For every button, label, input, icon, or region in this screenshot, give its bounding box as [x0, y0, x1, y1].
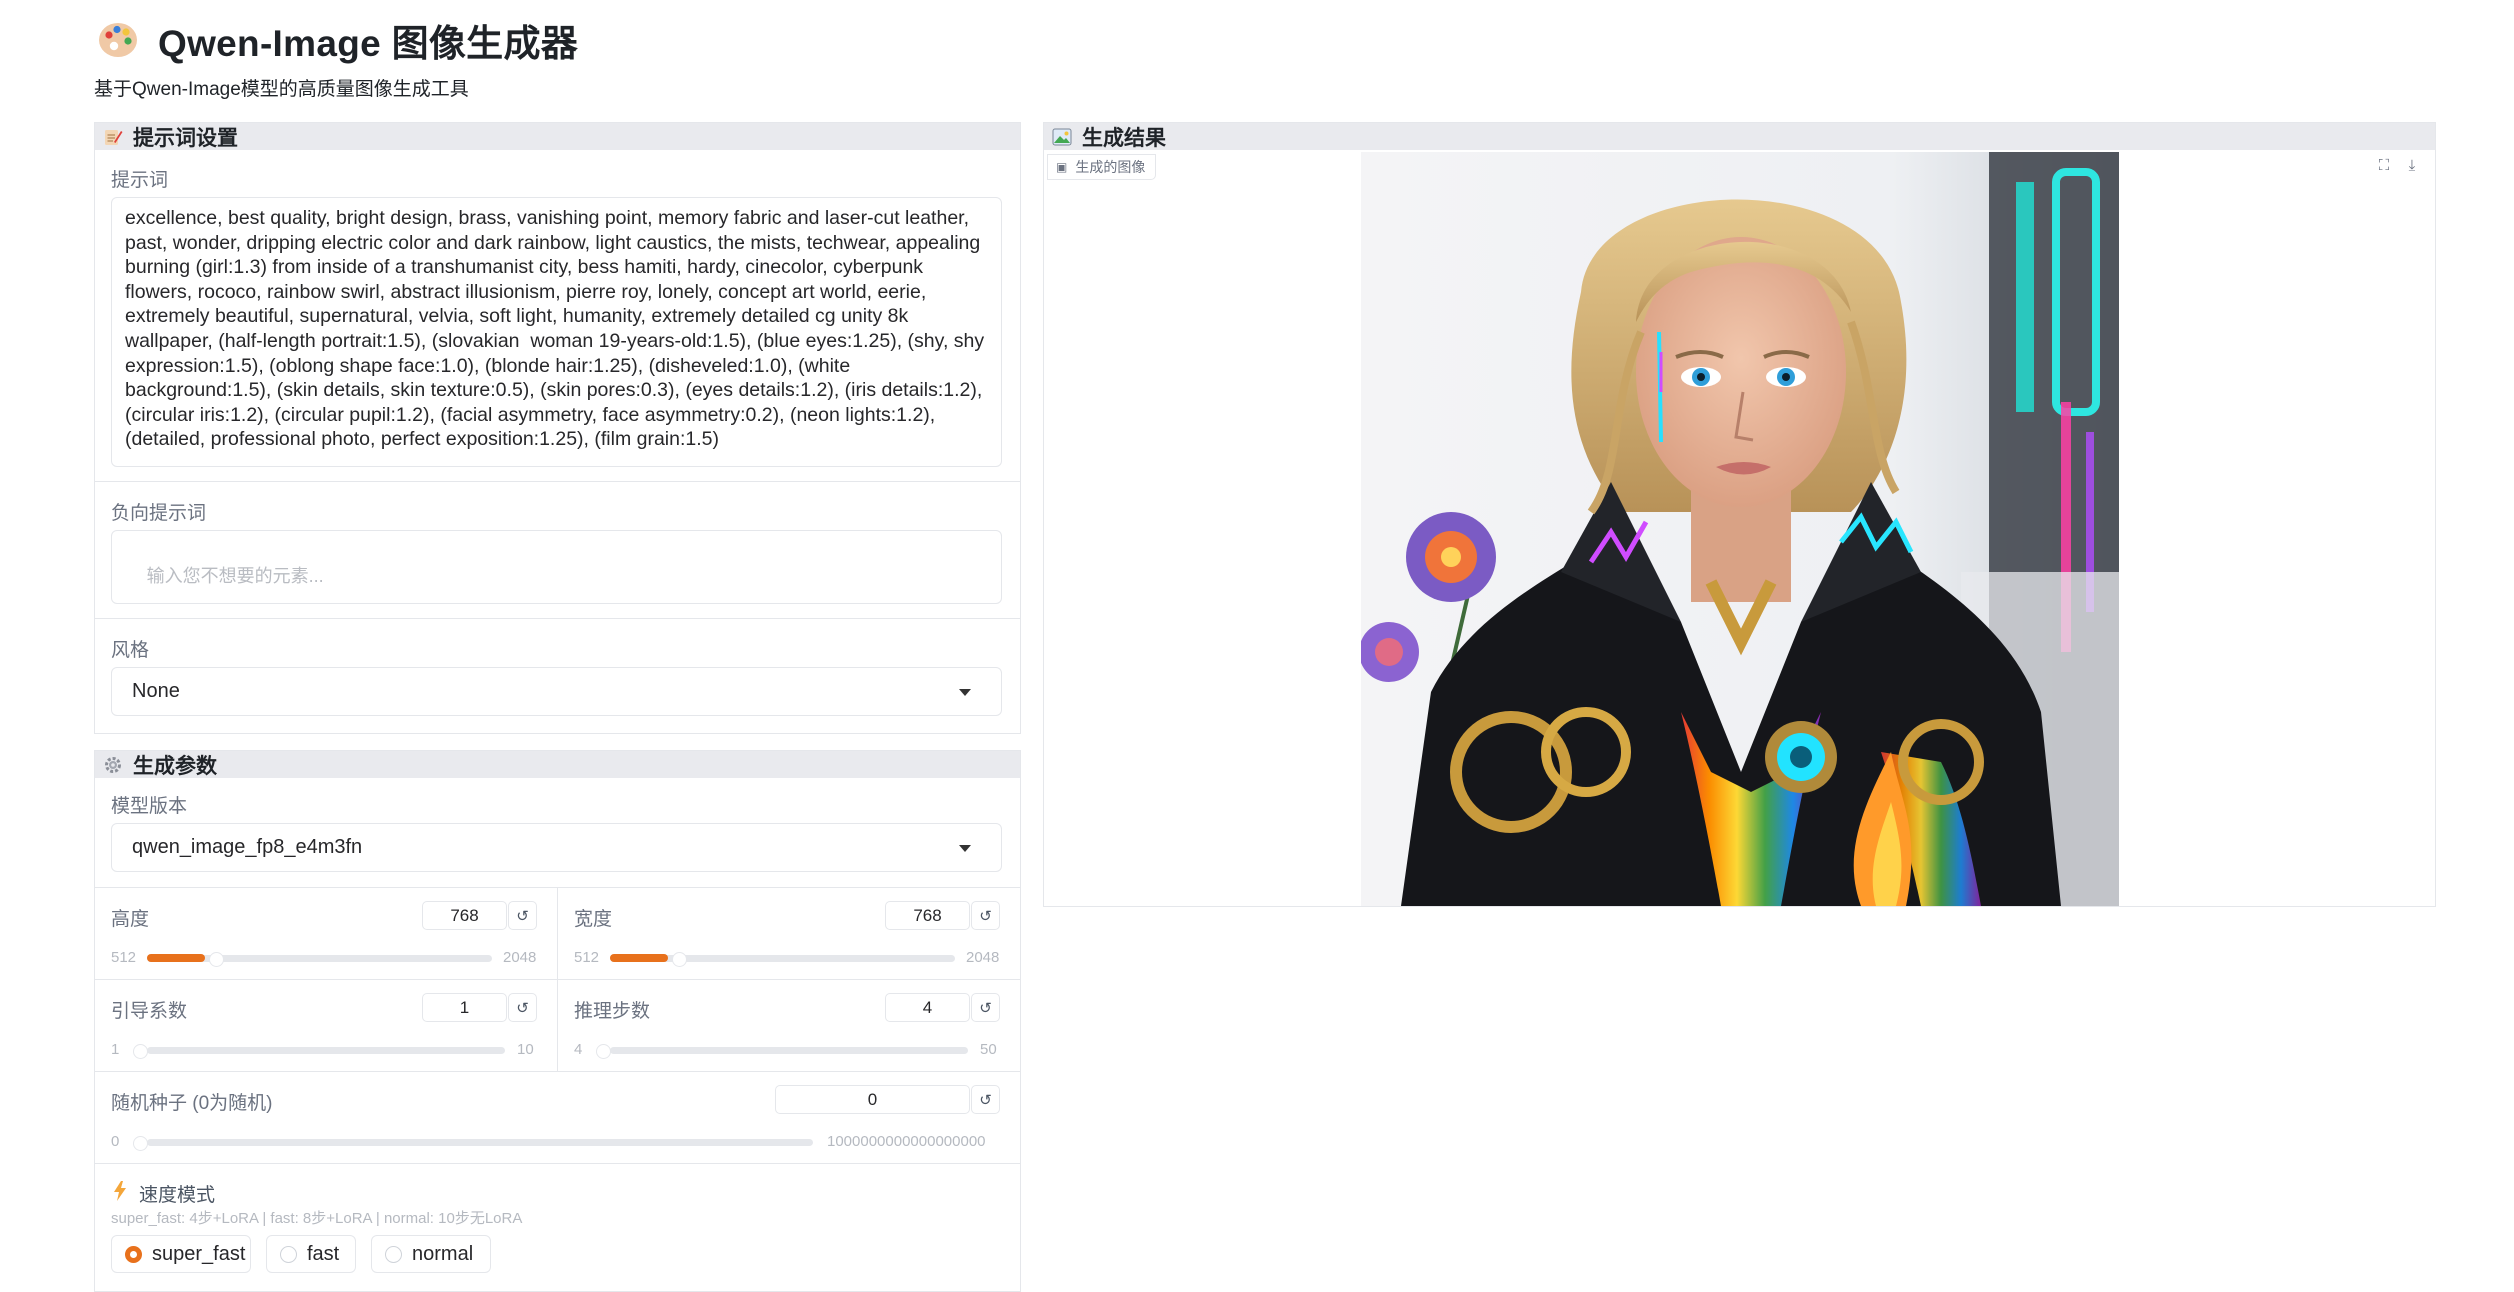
speed-option-fast[interactable]: fast [266, 1235, 356, 1273]
result-panel: 生成结果 ▣ 生成的图像 ⛶ ⤓ [1043, 122, 2436, 907]
style-select-value: None [132, 680, 180, 702]
steps-slider[interactable] [610, 1047, 968, 1054]
width-label: 宽度 [574, 909, 613, 930]
reset-icon: ↺ [979, 1091, 992, 1109]
height-max: 2048 [503, 949, 537, 966]
height-slider-fill [147, 954, 205, 962]
seed-label: 随机种子 (0为随机) [111, 1093, 273, 1114]
guidance-max: 10 [517, 1041, 534, 1058]
chevron-down-icon [959, 688, 971, 696]
steps-max: 50 [980, 1041, 997, 1058]
seed-min: 0 [111, 1133, 120, 1150]
height-label: 高度 [111, 909, 150, 930]
speed-option-normal[interactable]: normal [371, 1235, 491, 1273]
download-button[interactable]: ⤓ [2403, 156, 2421, 174]
prompt-textarea[interactable]: excellence, best quality, bright design,… [111, 197, 1002, 467]
guidance-slider-handle[interactable] [133, 1044, 148, 1059]
prompt-settings-panel: 提示词设置 提示词 excellence, best quality, brig… [94, 122, 1021, 734]
gear-icon [105, 756, 121, 773]
reset-icon: ↺ [516, 999, 529, 1017]
negative-prompt-label: 负向提示词 [111, 503, 207, 524]
lightning-icon [114, 1181, 126, 1201]
steps-min: 4 [574, 1041, 583, 1058]
height-reset-button[interactable]: ↺ [508, 901, 537, 930]
seed-reset-button[interactable]: ↺ [971, 1085, 1000, 1114]
image-label: 生成的图像 [1075, 159, 1146, 175]
guidance-min: 1 [111, 1041, 120, 1058]
speed-option-label: super_fast [152, 1242, 246, 1265]
speed-option-super-fast[interactable]: super_fast [111, 1235, 251, 1273]
picture-icon [1052, 128, 1072, 145]
image-label-badge: ▣ 生成的图像 [1047, 154, 1157, 180]
page-header: Qwen-Image 图像生成器 [96, 10, 578, 70]
divider [95, 481, 1020, 482]
image-icon: ▣ [1056, 160, 1068, 174]
divider [95, 1163, 1020, 1164]
speed-option-label: normal [412, 1242, 474, 1265]
chevron-down-icon [959, 844, 971, 852]
model-select-value: qwen_image_fp8_e4m3fn [132, 836, 363, 858]
download-icon: ⤓ [2408, 156, 2416, 174]
model-select[interactable]: qwen_image_fp8_e4m3fn [111, 823, 1002, 872]
width-min: 512 [574, 949, 600, 966]
width-slider-handle[interactable] [672, 952, 687, 967]
speed-mode-hint: super_fast: 4步+LoRA | fast: 8步+LoRA | no… [111, 1210, 523, 1227]
divider [95, 618, 1020, 619]
reset-icon: ↺ [516, 907, 529, 925]
negative-prompt-textarea[interactable]: 输入您不想要的元素... [111, 530, 1002, 604]
model-label: 模型版本 [111, 796, 188, 817]
page-subtitle: 基于Qwen-Image模型的高质量图像生成工具 [94, 79, 469, 100]
generation-params-panel: 生成参数 模型版本 qwen_image_fp8_e4m3fn 高度 768 ↺… [94, 750, 1021, 1292]
seed-slider-handle[interactable] [133, 1136, 148, 1151]
height-input[interactable]: 768 [422, 901, 507, 930]
negative-prompt-placeholder: 输入您不想要的元素... [146, 565, 324, 586]
steps-reset-button[interactable]: ↺ [971, 993, 1000, 1022]
height-slider-handle[interactable] [209, 952, 224, 967]
memo-icon [105, 129, 123, 145]
width-max: 2048 [966, 949, 1000, 966]
seed-input[interactable]: 0 [775, 1085, 970, 1114]
height-min: 512 [111, 949, 137, 966]
width-slider-fill [610, 954, 668, 962]
divider [95, 979, 1020, 980]
steps-slider-handle[interactable] [596, 1044, 611, 1059]
reset-icon: ↺ [979, 999, 992, 1017]
fullscreen-button[interactable]: ⛶ [2375, 156, 2393, 174]
speed-mode-label: 速度模式 [139, 1185, 216, 1206]
width-input[interactable]: 768 [885, 901, 970, 930]
guidance-slider[interactable] [147, 1047, 505, 1054]
generated-image[interactable] [1361, 152, 2119, 906]
speed-option-label: fast [307, 1242, 340, 1265]
result-header: 生成结果 [1044, 123, 2435, 150]
radio-empty-icon [385, 1245, 402, 1263]
prompt-settings-title: 提示词设置 [133, 126, 238, 150]
radio-empty-icon [280, 1245, 297, 1263]
divider [95, 1071, 1020, 1072]
generation-params-header: 生成参数 [95, 751, 1020, 778]
style-select[interactable]: None [111, 667, 1002, 716]
fullscreen-icon: ⛶ [2378, 156, 2390, 174]
steps-input[interactable]: 4 [885, 993, 970, 1022]
prompt-settings-header: 提示词设置 [95, 123, 1020, 150]
seed-slider[interactable] [147, 1139, 813, 1146]
seed-max: 1000000000000000000 [827, 1133, 986, 1150]
reset-icon: ↺ [979, 907, 992, 925]
palette-icon [99, 23, 137, 57]
width-reset-button[interactable]: ↺ [971, 901, 1000, 930]
prompt-label: 提示词 [111, 170, 169, 191]
generation-params-title: 生成参数 [133, 754, 217, 778]
radio-selected-icon [125, 1245, 142, 1263]
guidance-reset-button[interactable]: ↺ [508, 993, 537, 1022]
guidance-label: 引导系数 [111, 1001, 188, 1022]
steps-label: 推理步数 [574, 1001, 651, 1022]
result-title: 生成结果 [1082, 126, 1166, 150]
style-label: 风格 [111, 640, 150, 661]
page-title: Qwen-Image 图像生成器 [158, 23, 579, 64]
guidance-input[interactable]: 1 [422, 993, 507, 1022]
